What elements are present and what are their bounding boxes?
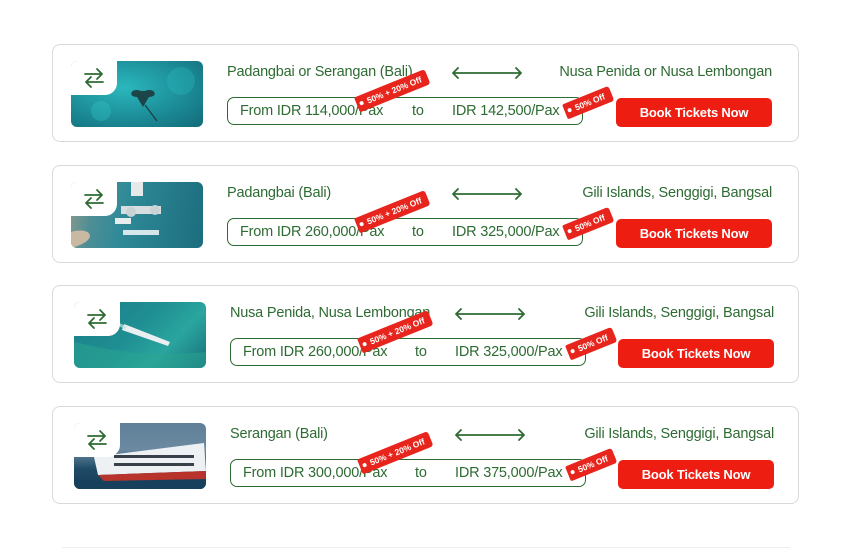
book-tickets-button[interactable]: Book Tickets Now bbox=[618, 460, 774, 489]
route-card: Serangan (Bali) Gili Islands, Senggigi, … bbox=[52, 406, 799, 504]
price-range: From IDR 114,000/Pax to IDR 142,500/Pax bbox=[227, 97, 583, 125]
double-arrow-icon bbox=[455, 429, 525, 441]
price-to-word: to bbox=[415, 344, 427, 360]
departure-location: Serangan (Bali) bbox=[230, 426, 328, 442]
route-image-ferry bbox=[74, 423, 206, 489]
double-arrow-icon bbox=[455, 308, 525, 320]
double-arrow-icon bbox=[452, 67, 522, 79]
price-to-word: to bbox=[412, 224, 424, 240]
discount-tag: 50% Off bbox=[565, 326, 618, 361]
route-card: Padangbai (Bali) Gili Islands, Senggigi,… bbox=[52, 165, 799, 263]
price-max: IDR 325,000/Pax bbox=[452, 224, 560, 240]
arrival-location: Gili Islands, Senggigi, Bangsal bbox=[584, 305, 774, 321]
double-arrow-icon bbox=[452, 188, 522, 200]
book-tickets-button[interactable]: Book Tickets Now bbox=[616, 98, 772, 127]
price-range: From IDR 300,000/Pax to IDR 375,000/Pax bbox=[230, 459, 586, 487]
departure-location: Padangbai (Bali) bbox=[227, 185, 332, 201]
price-to-word: to bbox=[415, 465, 427, 481]
book-tickets-button[interactable]: Book Tickets Now bbox=[616, 219, 772, 248]
swap-arrows-icon[interactable] bbox=[71, 182, 117, 216]
swap-arrows-icon[interactable] bbox=[74, 423, 120, 457]
departure-location: Nusa Penida, Nusa Lembongan bbox=[230, 305, 431, 321]
route-image-manta-ray bbox=[71, 61, 203, 127]
departure-location: Padangbai or Serangan (Bali) bbox=[227, 64, 413, 80]
price-max: IDR 325,000/Pax bbox=[455, 344, 563, 360]
route-card: Nusa Penida, Nusa Lembongan Gili Islands… bbox=[52, 285, 799, 383]
discount-tag: 50% Off bbox=[565, 447, 618, 482]
price-range: From IDR 260,000/Pax to IDR 325,000/Pax bbox=[227, 218, 583, 246]
discount-tag: 50% Off bbox=[562, 85, 615, 120]
arrival-location: Gili Islands, Senggigi, Bangsal bbox=[584, 426, 774, 442]
swap-arrows-icon[interactable] bbox=[71, 61, 117, 95]
route-image-speedboat bbox=[74, 302, 206, 368]
price-max: IDR 375,000/Pax bbox=[455, 465, 563, 481]
discount-tag: 50% Off bbox=[562, 206, 615, 241]
route-card: Padangbai or Serangan (Bali) Nusa Penida… bbox=[52, 44, 799, 142]
route-image-harbor bbox=[71, 182, 203, 248]
price-range: From IDR 260,000/Pax to IDR 325,000/Pax bbox=[230, 338, 586, 366]
arrival-location: Nusa Penida or Nusa Lembongan bbox=[559, 64, 772, 80]
arrival-location: Gili Islands, Senggigi, Bangsal bbox=[582, 185, 772, 201]
price-to-word: to bbox=[412, 103, 424, 119]
divider bbox=[62, 547, 790, 548]
price-max: IDR 142,500/Pax bbox=[452, 103, 560, 119]
book-tickets-button[interactable]: Book Tickets Now bbox=[618, 339, 774, 368]
swap-arrows-icon[interactable] bbox=[74, 302, 120, 336]
